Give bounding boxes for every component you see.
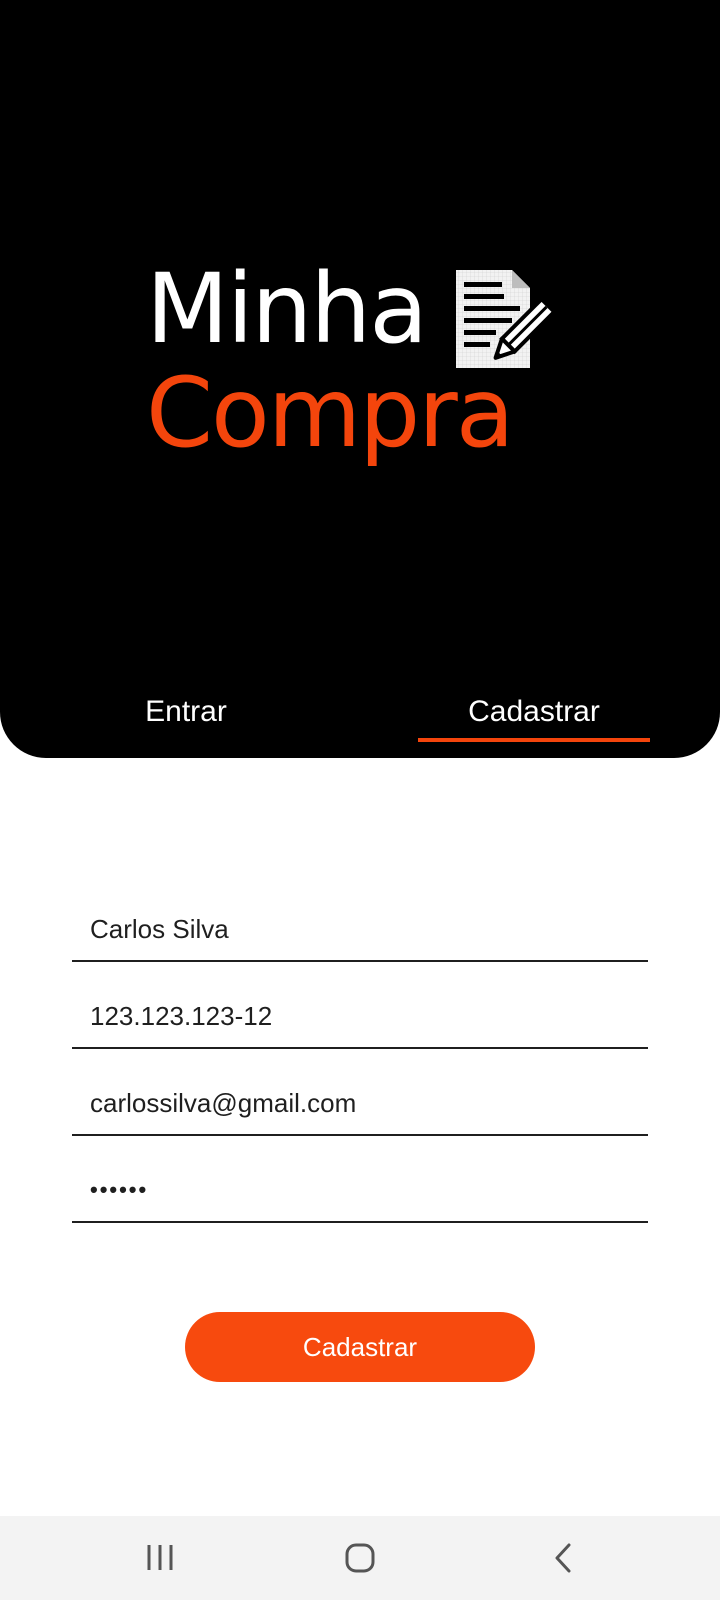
recent-apps-icon <box>147 1545 173 1570</box>
cadastrar-button[interactable]: Cadastrar <box>185 1312 535 1382</box>
cpf-input[interactable] <box>90 991 630 1041</box>
home-button[interactable] <box>300 1516 420 1600</box>
password-input[interactable] <box>90 1165 630 1215</box>
tab-cadastrar[interactable]: Cadastrar <box>418 688 650 740</box>
logo-text-line1: Minha <box>146 253 428 365</box>
app-logo: Minha Compra <box>146 254 566 494</box>
name-input[interactable] <box>90 904 630 954</box>
password-field <box>72 1139 648 1223</box>
document-pencil-icon <box>456 270 565 368</box>
cpf-field <box>72 965 648 1049</box>
name-field <box>72 878 648 962</box>
recent-apps-button[interactable] <box>100 1516 220 1600</box>
signup-screen: Minha Compra Entrar Cadastrar Carlos Sil… <box>0 0 720 1600</box>
system-nav-bar <box>0 1516 720 1600</box>
email-field <box>72 1052 648 1136</box>
back-icon <box>555 1543 571 1573</box>
logo-text-line2: Compra <box>146 357 515 469</box>
tab-selected-indicator <box>418 738 650 742</box>
header: Minha Compra Entrar Cadastrar <box>0 0 720 758</box>
tab-entrar[interactable]: Entrar <box>68 688 304 740</box>
email-input[interactable] <box>90 1078 630 1128</box>
back-button[interactable] <box>503 1516 623 1600</box>
home-icon <box>345 1543 375 1573</box>
